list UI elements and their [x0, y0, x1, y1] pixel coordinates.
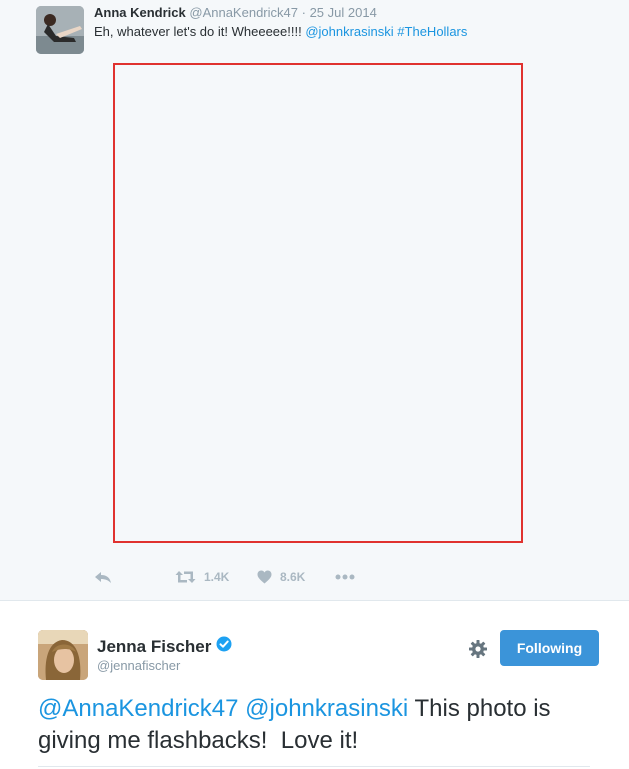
- media-frame[interactable]: [113, 63, 523, 543]
- avatar[interactable]: [38, 630, 88, 680]
- like-count: 8.6K: [280, 570, 306, 584]
- following-button[interactable]: Following: [500, 630, 599, 666]
- reply-tweet: Jenna Fischer @jennafischer Following @A…: [0, 601, 629, 769]
- retweet-icon: [175, 571, 196, 583]
- hashtag-link[interactable]: #TheHollars: [397, 24, 467, 39]
- avatar-photo-icon: [38, 630, 88, 680]
- gear-icon[interactable]: [467, 638, 489, 660]
- verified-badge-icon: [216, 636, 232, 657]
- tweet-text: Eh, whatever let's do it! Wheeeee!!!! @j…: [94, 24, 467, 40]
- more-button[interactable]: [335, 567, 355, 587]
- mention-link[interactable]: @johnkrasinski: [245, 695, 408, 722]
- more-dots-icon: [335, 574, 355, 580]
- mention-link[interactable]: @AnnaKendrick47: [38, 695, 238, 722]
- reply-icon: [95, 572, 111, 583]
- quoted-tweet: Anna Kendrick @AnnaKendrick47 · 25 Jul 2…: [0, 0, 629, 601]
- date-separator: ·: [301, 5, 306, 20]
- tweet-text: @AnnaKendrick47 @johnkrasinski This phot…: [38, 693, 598, 757]
- retweet-button[interactable]: 1.4K: [175, 567, 229, 587]
- heart-icon: [257, 570, 272, 584]
- author-fullname: Jenna Fischer: [97, 636, 232, 657]
- reply-button[interactable]: [94, 567, 112, 587]
- tweet-date[interactable]: 25 Jul 2014: [310, 5, 377, 20]
- like-button[interactable]: 8.6K: [257, 567, 305, 587]
- author-name[interactable]: Anna Kendrick: [94, 5, 186, 20]
- author-handle[interactable]: @jennafischer: [97, 658, 180, 674]
- avatar-photo-icon: [36, 6, 84, 54]
- author-handle[interactable]: @AnnaKendrick47: [189, 5, 298, 20]
- retweet-count: 1.4K: [204, 570, 230, 584]
- mention-link[interactable]: @johnkrasinski: [305, 24, 393, 39]
- tweet-header: Anna Kendrick @AnnaKendrick47 · 25 Jul 2…: [94, 5, 377, 21]
- tweet-actions: 1.4K 8.6K: [94, 567, 394, 587]
- tweet-text-plain: Eh, whatever let's do it! Wheeeee!!!!: [94, 24, 306, 39]
- divider: [38, 766, 590, 767]
- avatar[interactable]: [36, 6, 84, 54]
- author-name[interactable]: Jenna Fischer: [97, 637, 211, 657]
